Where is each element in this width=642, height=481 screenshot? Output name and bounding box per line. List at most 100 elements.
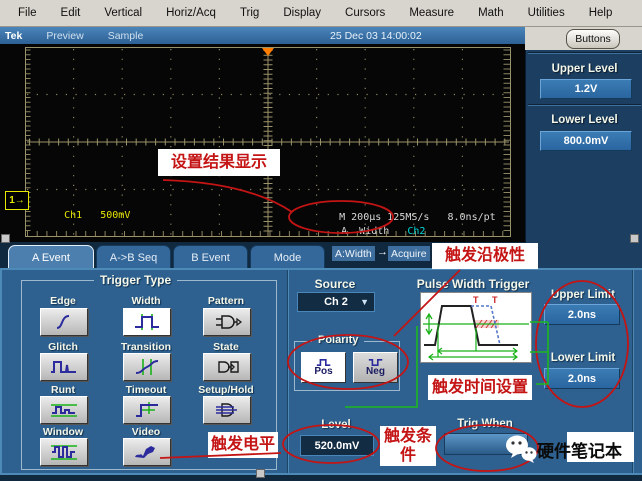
width-trigger-button[interactable] <box>123 308 171 336</box>
trig-when-label: Trig When <box>444 418 526 430</box>
video-trigger-button[interactable] <box>123 438 171 466</box>
oscilloscope-screen: File Edit Vertical Horiz/Acq Trig Displa… <box>0 0 642 481</box>
timeout-trigger-button[interactable] <box>123 396 171 424</box>
menu-trig[interactable]: Trig <box>228 7 271 19</box>
channel1-marker[interactable]: 1→ <box>5 191 29 210</box>
glitch-icon <box>49 358 79 376</box>
glitch-label: Glitch <box>21 341 105 353</box>
glitch-trigger-button[interactable] <box>40 353 88 381</box>
runt-icon <box>49 401 79 419</box>
menu-horiz-acq[interactable]: Horiz/Acq <box>154 7 228 19</box>
tek-logo: Tek <box>5 30 22 42</box>
neg-label: Neg <box>366 367 385 377</box>
annotation-trigger-condition: 触发条件 <box>380 426 436 466</box>
ch1-readout: Ch1 500mV <box>28 199 130 232</box>
width-label: Width <box>104 295 188 307</box>
menu-help[interactable]: Help <box>577 7 625 19</box>
setup-hold-label: Setup/Hold <box>184 384 268 396</box>
trigger-class-badge: A:Width <box>332 246 375 261</box>
window-trigger-button[interactable] <box>40 438 88 466</box>
source-dropdown[interactable]: Ch 2 ▼ <box>297 292 375 312</box>
lower-level-field[interactable]: 800.0mV <box>540 131 632 151</box>
polarity-title: Polarity <box>312 334 364 346</box>
upper-limit-label: Upper Limit <box>540 289 626 301</box>
video-icon <box>132 443 162 461</box>
menu-math[interactable]: Math <box>466 7 516 19</box>
menu-display[interactable]: Display <box>271 7 333 19</box>
menu-file[interactable]: File <box>6 7 49 19</box>
tab-b-event[interactable]: B Event <box>173 245 248 269</box>
pulse-diagram-icon: T T <box>421 293 531 362</box>
acquire-badge: Acquire <box>388 246 430 261</box>
status-bar: Tek Preview Sample 25 Dec 03 14:00:02 <box>0 27 525 44</box>
edge-trigger-button[interactable] <box>40 308 88 336</box>
lower-limit-field[interactable]: 2.0ns <box>544 368 620 389</box>
lower-limit-label: Lower Limit <box>540 352 626 364</box>
annotation-edge-polarity: 触发沿极性 <box>432 243 538 269</box>
menu-edit[interactable]: Edit <box>49 7 93 19</box>
tab-a-b-seq[interactable]: A->B Seq <box>96 245 171 269</box>
annotation-time-setting: 触发时间设置 <box>428 375 532 400</box>
tab-mode[interactable]: Mode <box>250 245 325 269</box>
lower-level-label: Lower Level <box>526 114 642 126</box>
upper-level-label: Upper Level <box>526 63 642 75</box>
pattern-label: Pattern <box>184 295 268 307</box>
upper-level-field[interactable]: 1.2V <box>540 79 632 99</box>
acquisition-status: Sample <box>108 30 144 42</box>
menu-vertical[interactable]: Vertical <box>92 7 154 19</box>
panel-groove <box>528 52 641 54</box>
bottom-strip <box>0 473 642 481</box>
menu-bar: File Edit Vertical Horiz/Acq Trig Displa… <box>0 0 642 27</box>
chevron-down-icon: ▼ <box>360 297 369 307</box>
tab-a-event[interactable]: A Event <box>8 245 94 269</box>
video-label: Video <box>104 426 188 438</box>
polarity-neg-button[interactable]: Neg <box>353 352 398 383</box>
runt-label: Runt <box>21 384 105 396</box>
menu-cursors[interactable]: Cursors <box>333 7 397 19</box>
pulse-width-trigger-title: Pulse Width Trigger <box>405 277 541 291</box>
annotation-trigger-level: 触发电平 <box>208 432 278 458</box>
pattern-trigger-button[interactable] <box>203 308 251 336</box>
timeout-label: Timeout <box>104 384 188 396</box>
window-icon <box>49 443 79 461</box>
source-label: Source <box>295 277 375 291</box>
state-label: State <box>184 341 268 353</box>
setup-hold-trigger-button[interactable] <box>203 396 251 424</box>
level-field[interactable]: 520.0mV <box>300 435 374 456</box>
state-trigger-button[interactable] <box>203 353 251 381</box>
watermark-text: 硬件笔记本 <box>537 437 622 462</box>
svg-text:T: T <box>492 295 498 305</box>
selection-handle <box>630 234 639 243</box>
timeout-icon <box>132 401 162 419</box>
level-label: Level <box>300 419 372 431</box>
wechat-icon <box>505 435 537 463</box>
transition-icon <box>132 358 162 376</box>
panel-groove <box>528 104 641 106</box>
runt-trigger-button[interactable] <box>40 396 88 424</box>
trigger-type-title: Trigger Type <box>94 273 177 287</box>
transition-trigger-button[interactable] <box>123 353 171 381</box>
datetime: 25 Dec 03 14:00:02 <box>330 30 422 42</box>
annotation-result-display: 设置结果显示 <box>158 149 280 176</box>
selection-handle <box>256 469 265 478</box>
buttons-button[interactable]: Buttons <box>566 29 620 49</box>
waveform-display: 1→ Ch1 500mV M 200µs 125MS/s 8.0ns/pt A … <box>0 44 525 242</box>
pos-label: Pos <box>314 367 332 377</box>
menu-utilities[interactable]: Utilities <box>516 7 577 19</box>
transition-label: Transition <box>104 341 188 353</box>
source-value: Ch 2 <box>324 296 348 308</box>
width-icon <box>132 313 162 331</box>
preview-status: Preview <box>46 30 83 42</box>
selection-handle <box>1 234 10 243</box>
vertical-separator <box>287 270 289 473</box>
edge-label: Edge <box>21 295 105 307</box>
setup-hold-icon <box>212 401 242 419</box>
polarity-pos-button[interactable]: Pos <box>301 352 346 383</box>
menu-measure[interactable]: Measure <box>397 7 466 19</box>
state-icon <box>212 358 242 376</box>
upper-limit-field[interactable]: 2.0ns <box>544 304 620 325</box>
edge-icon <box>49 313 79 331</box>
svg-text:T: T <box>473 295 479 305</box>
pattern-icon <box>212 313 242 331</box>
window-label: Window <box>21 426 105 438</box>
